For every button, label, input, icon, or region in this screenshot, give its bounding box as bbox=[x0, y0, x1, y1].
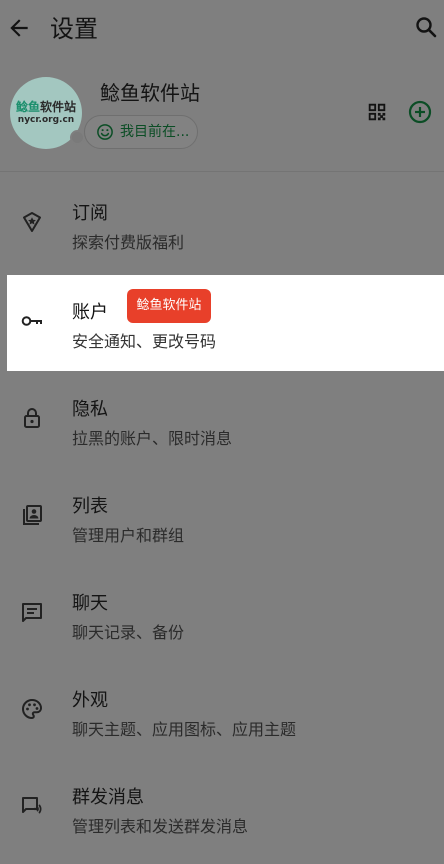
item-label: 聊天 bbox=[72, 593, 108, 614]
watermark-badge: 鲶鱼软件站 bbox=[127, 289, 211, 323]
avatar-logo: 鲶鱼软件站 bbox=[11, 98, 81, 115]
search-icon[interactable] bbox=[414, 15, 438, 39]
item-label: 列表 bbox=[72, 496, 108, 517]
settings-item-broadcast[interactable]: 群发消息 管理列表和发送群发消息 bbox=[0, 760, 444, 856]
settings-item-account[interactable]: 账户 安全通知、更改号码 鲶鱼软件站 bbox=[7, 275, 444, 371]
avatar-logo-rest: 软件站 bbox=[40, 100, 77, 114]
avatar-logo-fish: 鲶鱼 bbox=[15, 100, 40, 114]
item-subtitle: 拉黑的账户、限时消息 bbox=[72, 429, 233, 448]
lock-icon bbox=[24, 408, 40, 428]
page-title: 设置 bbox=[50, 15, 98, 43]
settings-item-appearance[interactable]: 外观 聊天主题、应用图标、应用主题 bbox=[0, 663, 444, 759]
item-subtitle: 探索付费版福利 bbox=[72, 233, 185, 252]
profile-section[interactable]: 鲶鱼软件站 nycr.org.cn 鲶鱼软件站 我目前在... bbox=[0, 60, 444, 172]
top-app-bar: 设置 bbox=[0, 0, 444, 58]
item-label: 外观 bbox=[72, 690, 108, 711]
star-badge-icon bbox=[23, 212, 41, 232]
item-subtitle: 聊天记录、备份 bbox=[72, 623, 185, 642]
settings-item-privacy[interactable]: 隐私 拉黑的账户、限时消息 bbox=[0, 372, 444, 468]
item-label: 隐私 bbox=[72, 399, 108, 420]
item-subtitle: 聊天主题、应用图标、应用主题 bbox=[72, 720, 297, 739]
back-arrow-icon[interactable] bbox=[6, 15, 32, 41]
item-subtitle: 安全通知、更改号码 bbox=[72, 332, 217, 351]
settings-item-chats[interactable]: 聊天 聊天记录、备份 bbox=[0, 566, 444, 662]
smiley-icon bbox=[97, 124, 113, 140]
item-label: 账户 bbox=[72, 302, 108, 323]
palette-icon bbox=[22, 698, 43, 720]
profile-name: 鲶鱼软件站 bbox=[100, 81, 200, 105]
divider bbox=[0, 171, 444, 172]
item-label: 订阅 bbox=[72, 203, 108, 224]
chat-icon bbox=[22, 603, 42, 622]
item-subtitle: 管理用户和群组 bbox=[72, 526, 185, 545]
add-circle-icon[interactable] bbox=[408, 100, 432, 124]
status-button[interactable]: 我目前在... bbox=[84, 115, 198, 149]
status-dot bbox=[70, 130, 85, 145]
settings-item-lists[interactable]: 列表 管理用户和群组 bbox=[0, 469, 444, 565]
key-icon bbox=[21, 316, 42, 326]
broadcast-icon bbox=[22, 797, 42, 814]
contacts-list-icon bbox=[23, 505, 42, 525]
avatar-logo-domain: nycr.org.cn bbox=[17, 115, 75, 125]
item-label: 群发消息 bbox=[72, 787, 144, 808]
status-text: 我目前在... bbox=[120, 124, 190, 140]
settings-item-subscription[interactable]: 订阅 探索付费版福利 bbox=[0, 176, 444, 272]
qr-code-icon[interactable] bbox=[366, 101, 388, 123]
item-subtitle: 管理列表和发送群发消息 bbox=[72, 817, 249, 836]
